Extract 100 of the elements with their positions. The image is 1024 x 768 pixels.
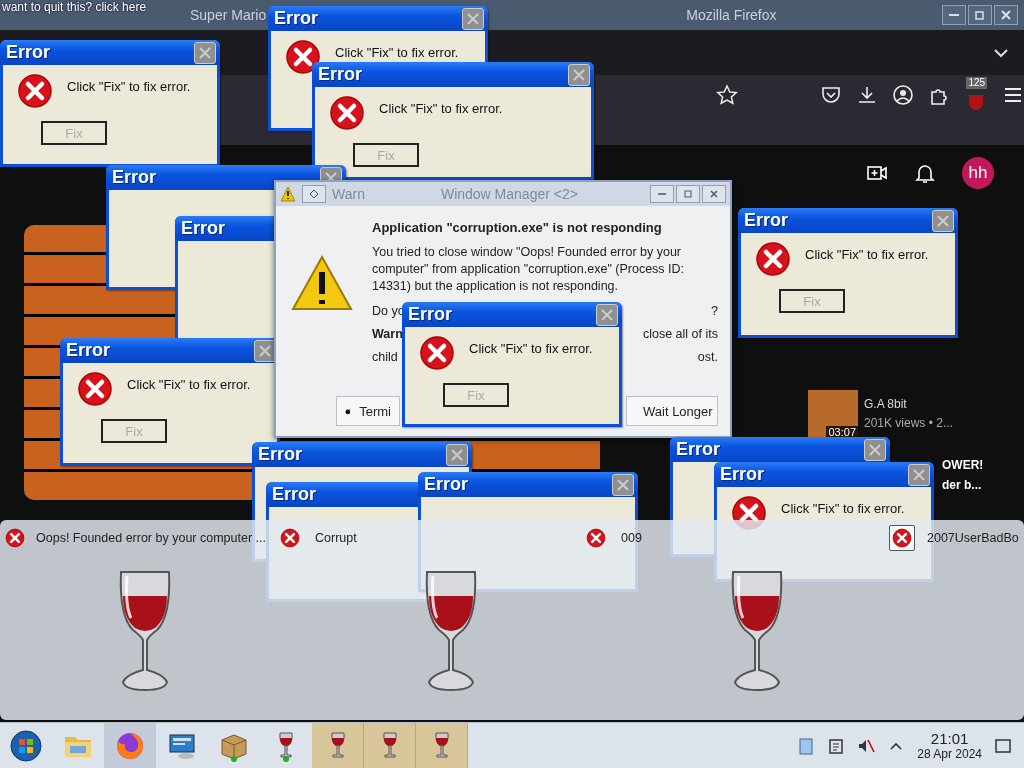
dialog-text: close all of its — [642, 327, 718, 341]
error-message: Click "Fix" to fix error. — [127, 376, 251, 392]
close-button[interactable] — [612, 473, 634, 496]
taskbar-button[interactable] — [104, 722, 156, 768]
close-icon — [572, 67, 586, 82]
error-icon — [17, 73, 53, 109]
window-title: Error — [272, 484, 316, 505]
close-button[interactable] — [446, 443, 468, 466]
error-message: Click "Fix" to fix error. — [469, 340, 593, 356]
window-title: Error — [6, 42, 50, 63]
video-meta: 201K views • 2... — [864, 416, 953, 430]
window-title: Error — [720, 464, 764, 485]
error-icon — [419, 335, 455, 371]
close-button[interactable] — [596, 303, 618, 326]
window-title: Error — [258, 444, 302, 465]
taskbar-button[interactable] — [312, 722, 364, 768]
warning-icon — [280, 186, 296, 202]
video-title[interactable]: OWER! — [942, 458, 984, 472]
window-title: Error — [318, 64, 362, 85]
window-label[interactable]: Corrupt — [315, 531, 357, 545]
wait-longer-button[interactable]: Wait Longer — [626, 396, 718, 426]
close-button[interactable] — [462, 7, 484, 30]
pin-button[interactable] — [302, 185, 326, 203]
error-message: Click "Fix" to fix error. — [379, 100, 503, 116]
close-button[interactable] — [994, 5, 1018, 25]
switcher-icon[interactable] — [889, 525, 915, 551]
maximize-button[interactable] — [968, 5, 992, 25]
close-icon — [936, 213, 950, 228]
error-icon — [755, 241, 791, 277]
pocket-icon[interactable] — [820, 84, 843, 106]
warning-icon — [290, 254, 354, 312]
video-thumbnail[interactable]: 03:07 — [808, 390, 858, 438]
window-title: Warn — [332, 186, 365, 202]
window-title: Error — [424, 474, 468, 495]
show-desktop-icon[interactable] — [994, 736, 1012, 755]
error-icon — [892, 528, 912, 548]
close-icon — [912, 467, 926, 482]
error-icon — [586, 528, 606, 548]
close-icon — [198, 45, 212, 60]
dialog-text: child — [372, 350, 398, 364]
window-title: Window Manager <2> — [440, 186, 578, 202]
window-title: Mozilla Firefox — [686, 7, 777, 23]
close-icon — [709, 189, 719, 199]
error-message: Click "Fix" to fix error. — [781, 500, 905, 516]
bell-icon[interactable] — [914, 162, 936, 184]
error-message: Click "Fix" to fix error. — [67, 78, 191, 94]
video-title[interactable]: der b... — [942, 478, 982, 492]
close-icon — [616, 477, 630, 492]
window-label[interactable]: Oops! Founded error by your computer ... — [36, 531, 266, 545]
extension-button[interactable]: 125 — [964, 77, 988, 113]
clock-date: 28 Apr 2024 — [917, 747, 982, 761]
error-icon — [285, 39, 321, 75]
close-icon — [450, 447, 464, 462]
maximize-icon — [683, 189, 693, 199]
diamond-icon — [309, 189, 319, 199]
close-icon — [258, 343, 272, 358]
dialog-text: ost. — [697, 350, 718, 364]
close-icon — [466, 11, 480, 26]
window-title: Error — [676, 439, 720, 460]
minimize-button[interactable] — [942, 5, 966, 25]
minimize-button[interactable] — [650, 185, 674, 203]
window-title: Error — [408, 304, 452, 325]
error-icon — [5, 528, 25, 548]
taskbar-button[interactable] — [416, 722, 468, 768]
window-label[interactable]: 2007UserBadBo — [927, 531, 1019, 545]
error-icon — [280, 528, 300, 548]
notes-icon[interactable] — [827, 736, 846, 755]
close-icon — [1000, 9, 1012, 21]
window-title: Error — [274, 8, 318, 29]
error-icon — [77, 371, 113, 407]
quit-link[interactable]: want to quit this? click here — [2, 0, 147, 14]
close-button[interactable] — [908, 463, 930, 486]
dialog-text: Warn — [372, 327, 403, 341]
taskbar-button[interactable] — [364, 722, 416, 768]
error-message: Click "Fix" to fix error. — [805, 246, 929, 262]
close-button[interactable] — [194, 41, 216, 64]
close-button[interactable] — [702, 185, 726, 203]
window-title: Super Mario — [190, 7, 267, 23]
maximize-icon — [974, 9, 986, 21]
close-icon — [600, 307, 614, 322]
clipboard-icon[interactable] — [797, 736, 816, 755]
window-title: Error — [181, 218, 225, 239]
window-title: Error — [112, 167, 156, 188]
window-title: Error — [744, 210, 788, 231]
clock-time: 21:01 — [930, 730, 969, 747]
error-icon — [329, 95, 365, 131]
avatar[interactable]: hh — [962, 157, 994, 189]
clock[interactable]: 21:01 28 Apr 2024 — [917, 730, 982, 761]
close-button[interactable] — [254, 339, 276, 362]
close-button[interactable] — [864, 438, 886, 461]
close-button[interactable] — [932, 209, 954, 232]
dialog-heading: Application "corruption.exe" is not responding — [372, 220, 663, 235]
window-label[interactable]: 009 — [621, 531, 642, 545]
terminate-button[interactable]: Termi — [336, 396, 400, 426]
star-icon[interactable] — [716, 84, 738, 106]
error-message: Click "Fix" to fix error. — [335, 44, 459, 60]
account-icon[interactable] — [892, 84, 915, 106]
close-button[interactable] — [568, 63, 590, 86]
channel-name[interactable]: G.A 8bit — [864, 397, 953, 411]
dialog-text: You tried to close window "Oops! Founded error by your computer" from application "corruption.exe" (Process ID: 14331) but the application is not responding. — [372, 244, 686, 295]
